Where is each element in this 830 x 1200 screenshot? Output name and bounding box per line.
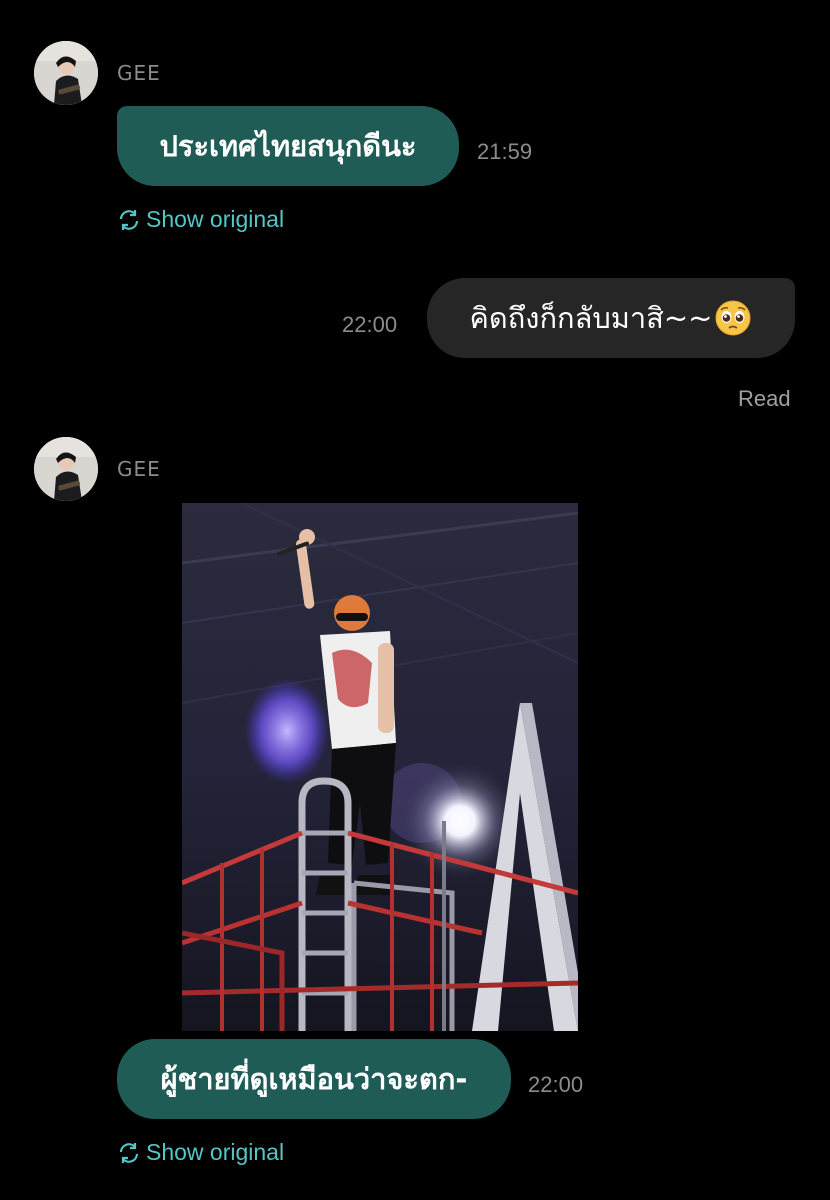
sender-name: GEE [117,61,161,85]
read-receipt: Read [738,386,791,411]
concert-photo-image [182,503,578,1031]
show-original-link[interactable]: Show original [116,206,284,233]
translate-refresh-icon [116,1140,142,1166]
avatar[interactable] [34,437,98,501]
show-original-label: Show original [146,206,285,232]
message-text: ประเทศไทยสนุกดีนะ [159,129,417,163]
show-original-label: Show original [146,1139,285,1165]
message-time: 22:00 [528,1072,584,1097]
translate-refresh-icon [116,207,142,233]
pleading-face-icon [714,299,752,337]
message-text: ผู้ชายที่ดูเหมือนว่าจะตก- [160,1062,468,1096]
message-bubble[interactable]: คิดถึงก็กลับมาสิ~~ [427,278,795,358]
avatar-photo-image [34,437,98,501]
message-time: 22:00 [342,312,398,337]
message-bubble[interactable]: ผู้ชายที่ดูเหมือนว่าจะตก- [117,1039,511,1119]
avatar[interactable] [34,41,98,105]
message-text: คิดถึงก็กลับมาสิ~~ [469,301,713,335]
sender-name: GEE [117,457,161,481]
photo-attachment[interactable] [182,503,578,1031]
show-original-link[interactable]: Show original [116,1139,284,1166]
avatar-photo-image [34,41,98,105]
message-time: 21:59 [477,139,533,164]
chat-view: GEE ประเทศไทยสนุกดีนะ 21:59 Show origina… [0,0,830,1200]
message-bubble[interactable]: ประเทศไทยสนุกดีนะ [117,106,459,186]
